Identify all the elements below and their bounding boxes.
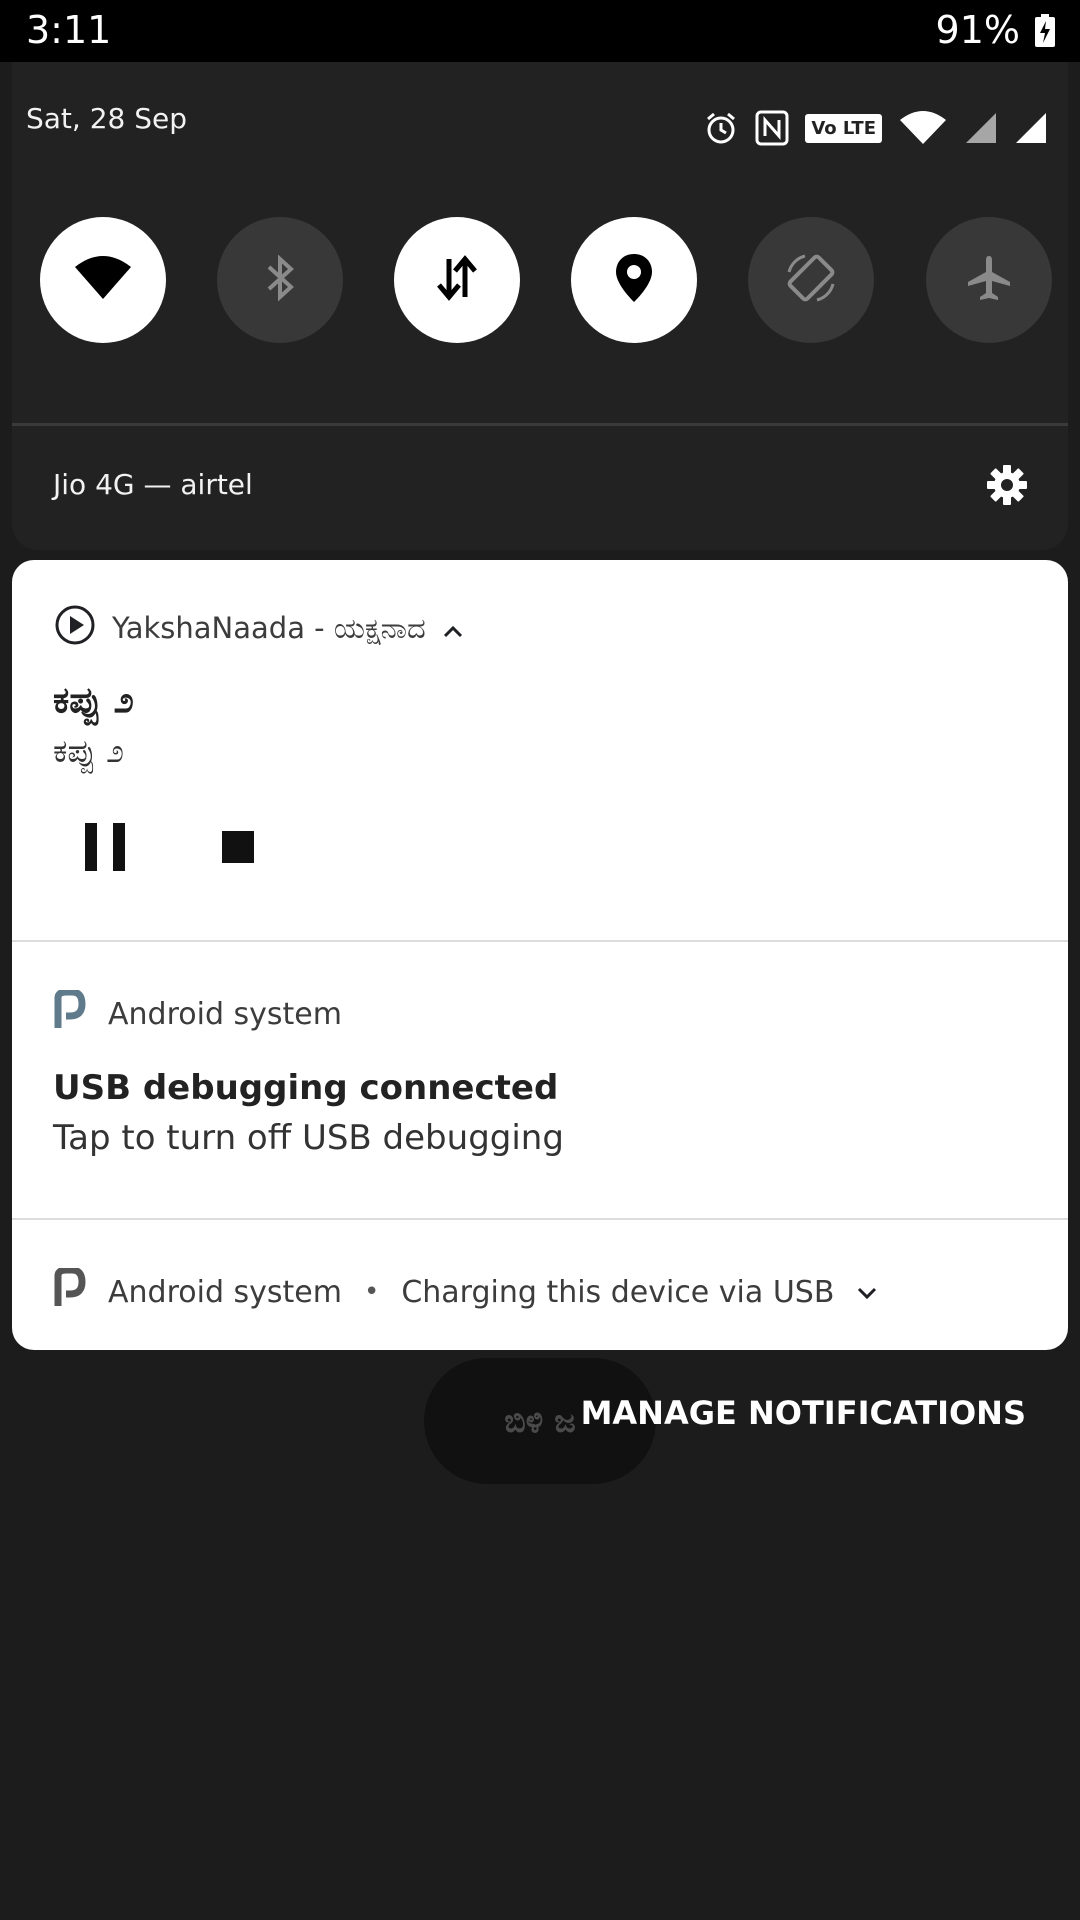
cell-signal-icon xyxy=(1014,111,1048,145)
usb-debugging-text[interactable]: Tap to turn off USB debugging xyxy=(53,1118,564,1158)
usb-debugging-title[interactable]: USB debugging connected xyxy=(53,1068,558,1108)
status-bar: 3:11 91% xyxy=(0,0,1080,62)
alarm-icon xyxy=(703,110,739,146)
pause-button[interactable] xyxy=(72,815,140,883)
chevron-up-icon[interactable] xyxy=(442,612,464,646)
charging-text: Charging this device via USB xyxy=(401,1274,835,1310)
bluetooth-icon xyxy=(263,253,297,307)
quick-settings-tiles xyxy=(40,217,1052,343)
media-app-row: YakshaNaada - ಯಕ್ಷನಾದ xyxy=(54,604,464,653)
battery-percent: 91% xyxy=(935,8,1020,52)
pause-icon xyxy=(83,821,129,877)
volte-icon: Vo LTE xyxy=(805,113,882,143)
media-subtitle: ಕಪ್ಪು ೨ xyxy=(53,732,125,770)
network-label: Jio 4G — airtel xyxy=(53,468,253,501)
auto-rotate-icon xyxy=(783,250,839,310)
usb-app-row: Android system xyxy=(54,988,342,1038)
status-icons: Vo LTE xyxy=(703,108,1048,148)
tile-wifi[interactable] xyxy=(40,217,166,343)
tile-location[interactable] xyxy=(571,217,697,343)
airplane-icon xyxy=(964,253,1014,307)
tile-airplane-mode[interactable] xyxy=(926,217,1052,343)
location-pin-icon xyxy=(614,252,654,308)
separator-dot: • xyxy=(363,1277,380,1307)
divider xyxy=(12,1218,1068,1220)
divider xyxy=(12,423,1068,426)
quick-settings-panel: Sat, 28 Sep Vo LTE Jio 4G — airtel xyxy=(12,62,1068,550)
manage-notifications-button[interactable]: MANAGE NOTIFICATIONS xyxy=(581,1394,1026,1432)
usb-app-name: Android system xyxy=(108,996,342,1032)
cell-signal-icon xyxy=(964,111,998,145)
mobile-data-icon xyxy=(435,253,479,307)
tile-bluetooth[interactable] xyxy=(217,217,343,343)
date-label: Sat, 28 Sep xyxy=(26,102,188,135)
divider xyxy=(12,940,1068,942)
charging-notification[interactable]: Android system • Charging this device vi… xyxy=(54,1266,878,1316)
wifi-icon xyxy=(73,255,133,305)
media-title: ಕಪ್ಪು ೨ xyxy=(53,680,134,721)
nfc-icon xyxy=(755,110,789,146)
settings-gear-icon[interactable] xyxy=(986,464,1028,506)
wifi-signal-icon xyxy=(898,110,948,146)
tile-auto-rotate[interactable] xyxy=(748,217,874,343)
status-time: 3:11 xyxy=(26,8,112,52)
battery-charging-icon xyxy=(1034,14,1056,48)
chevron-down-icon[interactable] xyxy=(856,1275,878,1310)
media-notification[interactable]: YakshaNaada - ಯಕ್ಷನಾದ ಕಪ್ಪು ೨ ಕಪ್ಪು ೨ xyxy=(12,560,1068,940)
stop-button[interactable] xyxy=(204,815,272,883)
android-system-icon xyxy=(54,988,86,1038)
stop-icon xyxy=(221,830,255,868)
android-system-icon xyxy=(54,1266,86,1316)
play-circle-icon xyxy=(54,604,96,653)
media-app-name: YakshaNaada - ಯಕ್ಷನಾದ xyxy=(112,611,426,645)
charging-app-name: Android system xyxy=(108,1274,342,1310)
notification-card: YakshaNaada - ಯಕ್ಷನಾದ ಕಪ್ಪು ೨ ಕಪ್ಪು ೨ An… xyxy=(12,560,1068,1350)
tile-mobile-data[interactable] xyxy=(394,217,520,343)
